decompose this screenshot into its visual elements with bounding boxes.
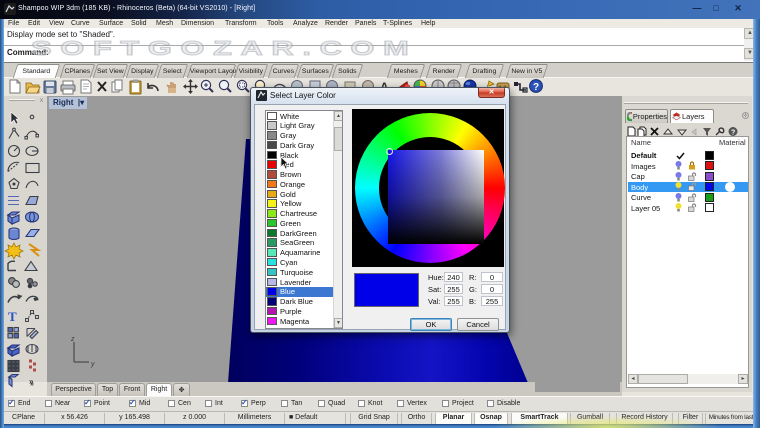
svg-text:z: z (70, 336, 75, 343)
svg-text:T: T (8, 309, 17, 324)
svg-text:?: ? (533, 82, 539, 93)
svg-text:y: y (90, 361, 95, 368)
